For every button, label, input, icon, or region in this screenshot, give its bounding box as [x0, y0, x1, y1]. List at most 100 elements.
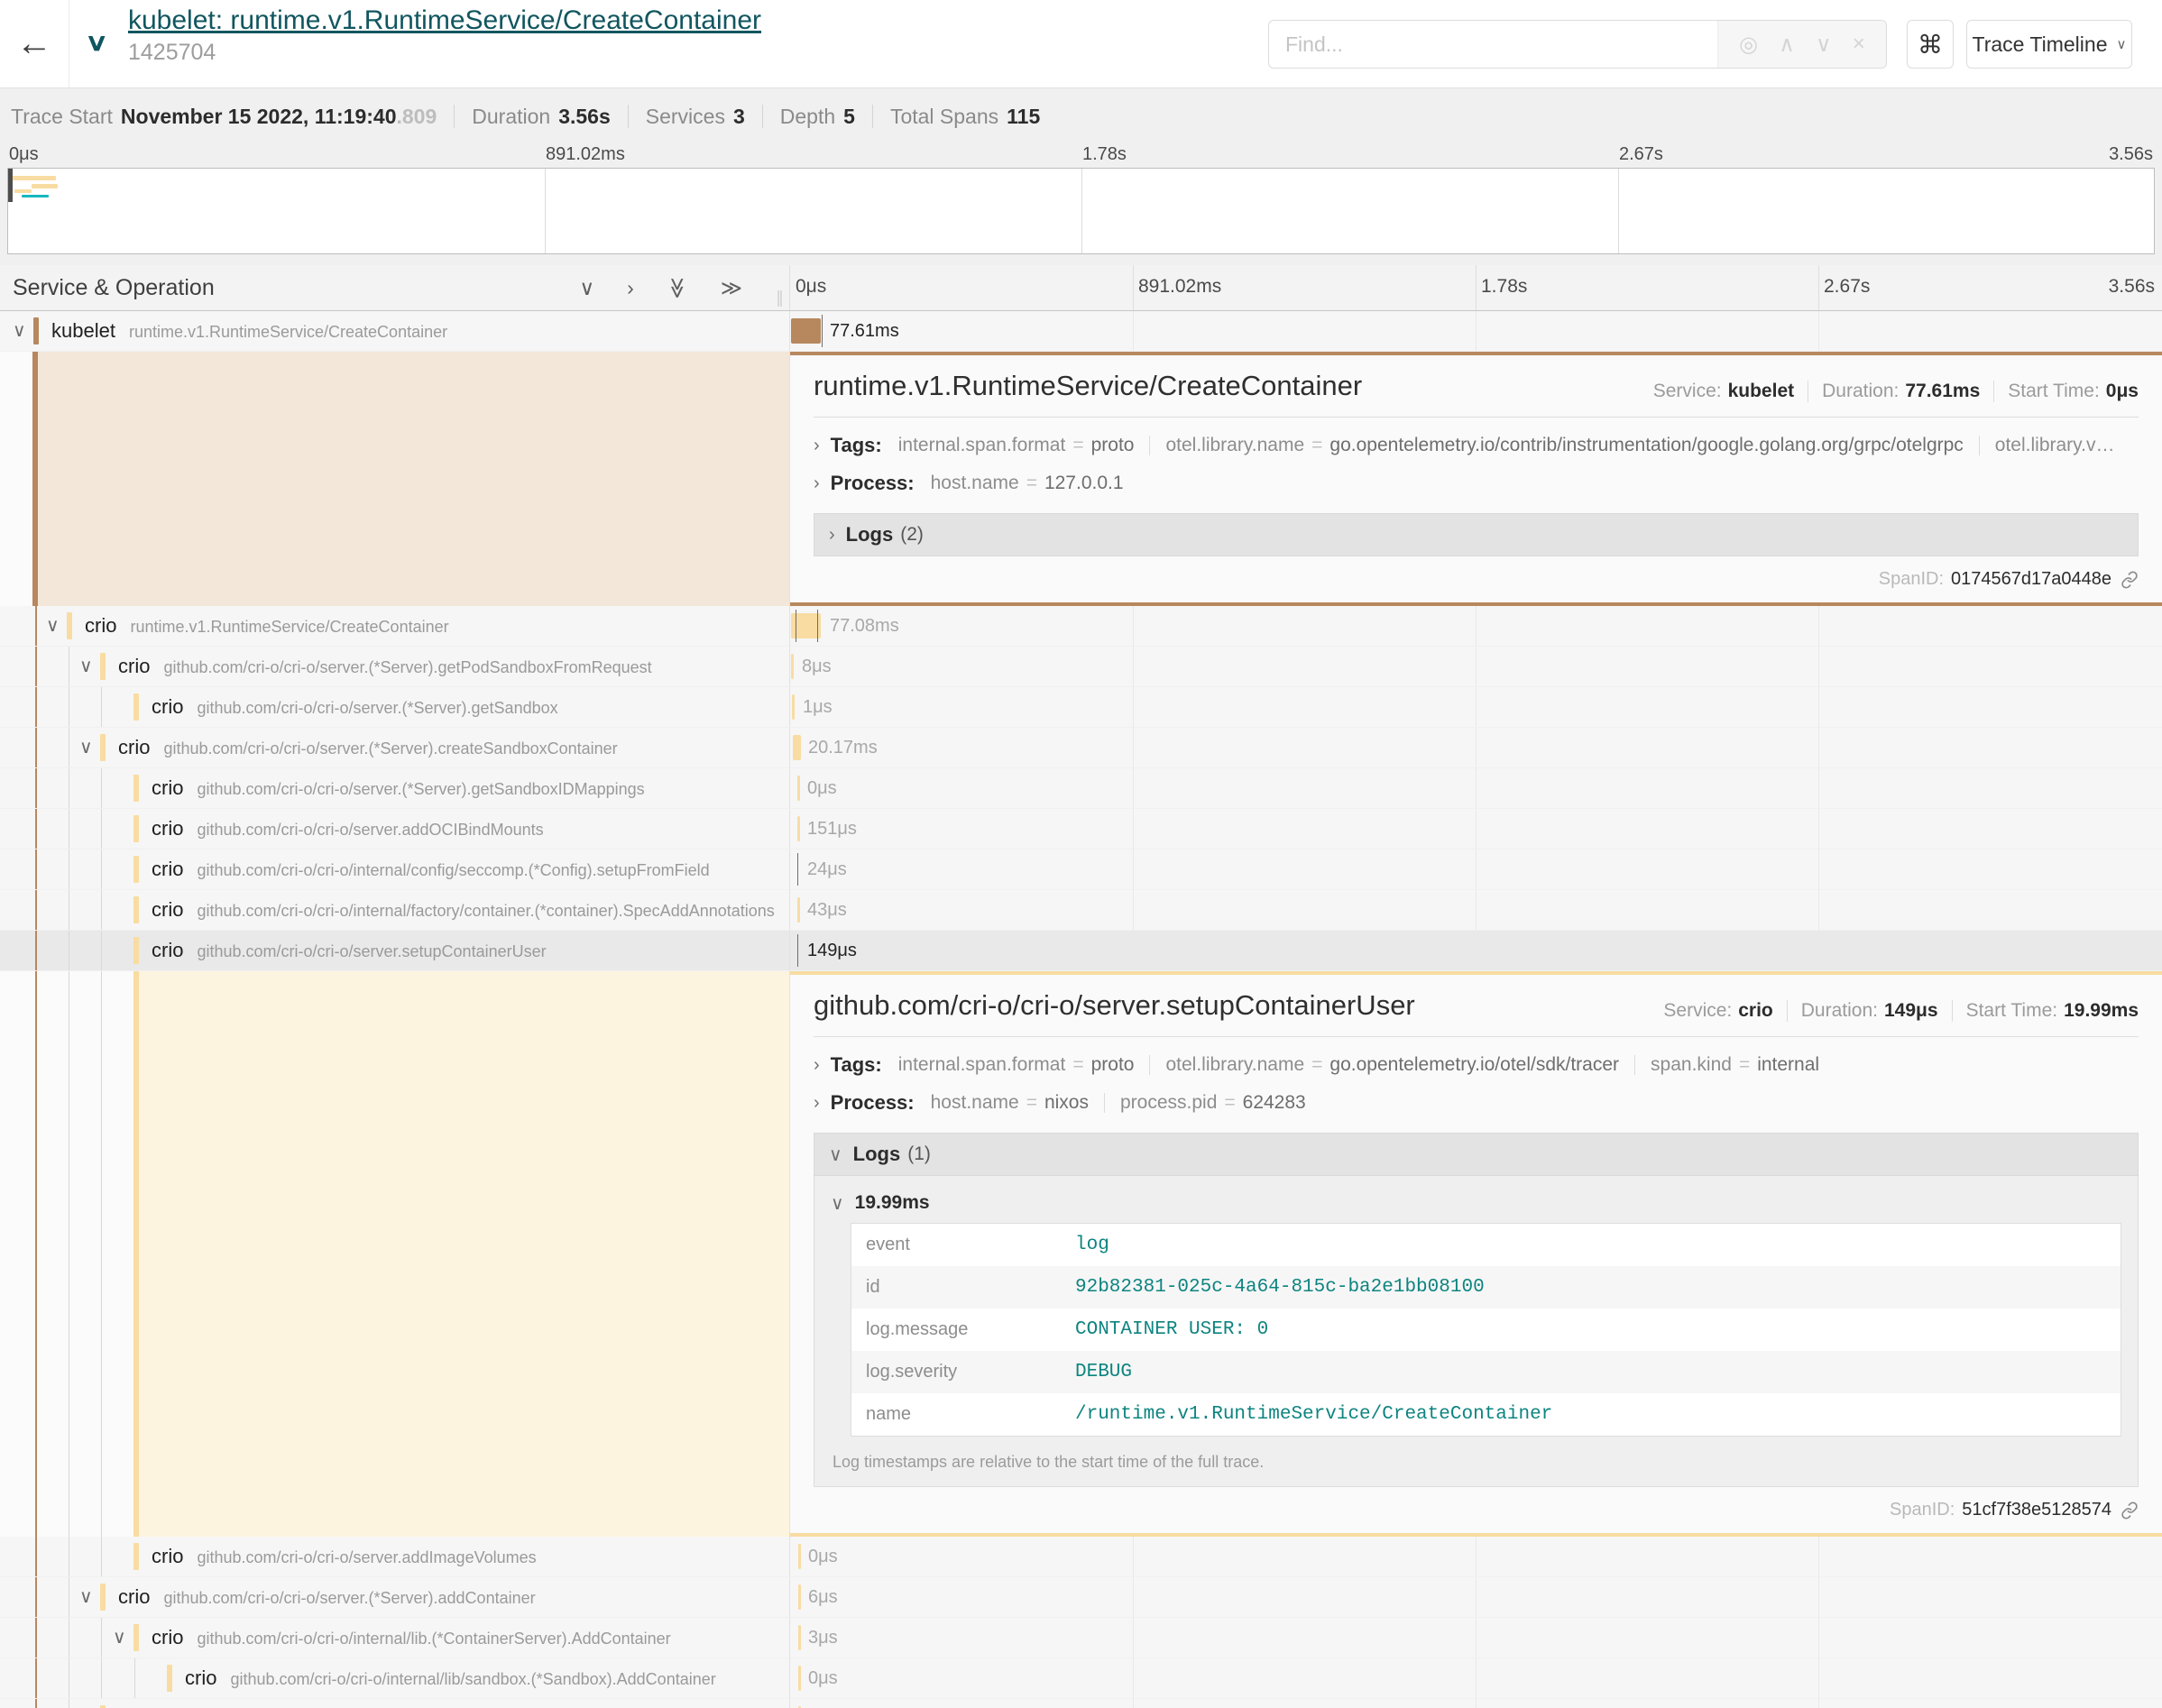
- logs-section-header[interactable]: › Logs (2): [814, 513, 2139, 556]
- indent-guide: [101, 809, 102, 849]
- collapse-all-icon[interactable]: ≫: [665, 277, 689, 298]
- logs-count: (2): [900, 524, 924, 546]
- find-clear-icon[interactable]: ×: [1853, 32, 1865, 57]
- service-name: kubelet: [51, 319, 115, 343]
- find-prev-icon[interactable]: ∧: [1779, 32, 1795, 58]
- span-duration: 149μs: [807, 931, 857, 970]
- span-row[interactable]: crio github.com/cri-o/cri-o/internal/con…: [0, 849, 2162, 890]
- find-input[interactable]: [1269, 21, 1717, 68]
- log-field-value: DEBUG: [1061, 1351, 2121, 1393]
- chevron-down-icon[interactable]: ∨: [46, 614, 60, 637]
- locate-icon[interactable]: ◎: [1739, 32, 1758, 58]
- process-section-header[interactable]: › Process: host.name=127.0.0.1: [814, 464, 2139, 502]
- process-label: Process:: [831, 1091, 915, 1115]
- chevron-right-icon: ›: [814, 1093, 820, 1114]
- tags-section-header[interactable]: › Tags: internal.span.format=proto otel.…: [814, 1046, 2139, 1084]
- keyboard-shortcuts-button[interactable]: ⌘: [1907, 20, 1954, 69]
- duration-label: Duration:: [1801, 1000, 1878, 1022]
- trace-view-selector[interactable]: Trace Timeline ∨: [1966, 20, 2132, 69]
- logs-section-header[interactable]: ∨ Logs (1): [814, 1133, 2139, 1176]
- span-bar[interactable]: [798, 1544, 801, 1569]
- tags-label: Tags:: [831, 434, 882, 457]
- indent-guide: [35, 1577, 37, 1617]
- duration-label: Duration: [472, 105, 550, 129]
- process-label: Process:: [831, 472, 915, 495]
- service-operation-header: Service & Operation ∨ › ≫ ≫ ∥: [0, 265, 790, 310]
- log-entry-header[interactable]: ∨ 19.99ms: [831, 1183, 2121, 1223]
- span-row[interactable]: crio github.com/cri-o/cri-o/server.(*Ser…: [0, 1699, 2162, 1708]
- indent-guide: [101, 849, 102, 889]
- log-marker: [797, 853, 798, 886]
- expand-one-icon[interactable]: ›: [627, 276, 634, 300]
- span-bar[interactable]: [798, 1584, 801, 1610]
- minimap-tick: 1.78s: [1082, 144, 1127, 165]
- indent-guide: [134, 1658, 135, 1698]
- process-value: 624283: [1243, 1092, 1306, 1114]
- span-row[interactable]: crio github.com/cri-o/cri-o/server.(*Ser…: [0, 768, 2162, 809]
- span-bar[interactable]: [791, 654, 794, 679]
- trace-minimap[interactable]: [7, 168, 2155, 254]
- log-field-key: id: [851, 1266, 1062, 1309]
- span-duration: 0μs: [807, 768, 837, 808]
- find-next-icon[interactable]: ∨: [1816, 32, 1832, 58]
- log-entry-time: 19.99ms: [855, 1192, 930, 1214]
- indent-guide: [101, 1618, 102, 1657]
- chevron-down-icon[interactable]: ∨: [113, 1626, 126, 1648]
- expand-all-icon[interactable]: ≫: [721, 276, 742, 300]
- trace-title-chevron-down-icon[interactable]: ∨: [85, 28, 108, 57]
- chevron-down-icon[interactable]: ∨: [79, 655, 93, 677]
- trace-title-link[interactable]: kubelet: runtime.v1.RuntimeService/Creat…: [128, 5, 761, 36]
- tags-section-header[interactable]: › Tags: internal.span.format=proto otel.…: [814, 427, 2139, 464]
- collapse-one-icon[interactable]: ∨: [579, 276, 594, 300]
- span-bar[interactable]: [793, 735, 801, 760]
- span-row[interactable]: crio github.com/cri-o/cri-o/internal/fac…: [0, 890, 2162, 931]
- total-spans-label: Total Spans: [890, 105, 998, 129]
- span-row-crio-createcontainer[interactable]: ∨ crio runtime.v1.RuntimeService/CreateC…: [0, 606, 2162, 647]
- minimap-tick-labels: 0μs 891.02ms 1.78s 2.67s 3.56s: [0, 144, 2162, 166]
- span-row[interactable]: ∨ crio github.com/cri-o/cri-o/server.(*S…: [0, 647, 2162, 687]
- back-button[interactable]: ←: [0, 0, 69, 87]
- span-row[interactable]: ∨ crio github.com/cri-o/cri-o/server.(*S…: [0, 728, 2162, 768]
- minimap-drag-handle[interactable]: [8, 169, 13, 202]
- span-row[interactable]: ∨ crio github.com/cri-o/cri-o/internal/l…: [0, 1618, 2162, 1658]
- span-bar[interactable]: [797, 776, 800, 801]
- operation-name: github.com/cri-o/cri-o/server.(*Server).…: [197, 699, 557, 718]
- span-row-setupcontaineruser[interactable]: crio github.com/cri-o/cri-o/server.setup…: [0, 931, 2162, 971]
- service-color-bar: [133, 693, 139, 721]
- span-row[interactable]: ∨ crio github.com/cri-o/cri-o/server.(*S…: [0, 1577, 2162, 1618]
- indent-guide: [101, 1537, 102, 1576]
- span-bar[interactable]: [797, 897, 800, 923]
- operation-name: github.com/cri-o/cri-o/internal/factory/…: [197, 902, 774, 921]
- span-row[interactable]: crio github.com/cri-o/cri-o/server.addOC…: [0, 809, 2162, 849]
- process-section-header[interactable]: › Process: host.name=nixos process.pid=6…: [814, 1084, 2139, 1122]
- span-bar[interactable]: [798, 1625, 801, 1650]
- process-key: host.name: [931, 1092, 1019, 1114]
- command-icon: ⌘: [1918, 30, 1943, 60]
- span-row[interactable]: crio github.com/cri-o/cri-o/internal/lib…: [0, 1658, 2162, 1699]
- tag-key: span.kind: [1651, 1054, 1732, 1076]
- span-bar[interactable]: [797, 816, 800, 841]
- link-icon[interactable]: [2121, 1501, 2139, 1520]
- indent-guide: [101, 971, 102, 1537]
- column-resizer[interactable]: ∥: [776, 289, 784, 308]
- minimap-tick: 3.56s: [2109, 144, 2153, 165]
- span-bar[interactable]: [792, 694, 795, 720]
- minimap-gridline: [1618, 169, 1619, 253]
- chevron-down-icon[interactable]: ∨: [13, 319, 26, 342]
- service-name: crio: [152, 776, 183, 800]
- span-duration: 20.17ms: [808, 728, 878, 767]
- span-row-kubelet-createcontainer[interactable]: ∨ kubelet runtime.v1.RuntimeService/Crea…: [0, 311, 2162, 352]
- span-bar[interactable]: [791, 318, 821, 344]
- service-value: kubelet: [1728, 381, 1795, 402]
- span-detail-title: github.com/cri-o/cri-o/server.setupConta…: [814, 989, 1415, 1022]
- chevron-down-icon[interactable]: ∨: [79, 1585, 93, 1608]
- chevron-down-icon[interactable]: ∨: [79, 736, 93, 758]
- trace-start-label: Trace Start: [11, 105, 113, 129]
- service-color-bar: [133, 896, 139, 923]
- span-id-row: SpanID: 51cf7f38e5128574: [814, 1500, 2139, 1520]
- minimap-span: [14, 189, 32, 193]
- span-bar[interactable]: [798, 1666, 801, 1691]
- span-row[interactable]: crio github.com/cri-o/cri-o/server.(*Ser…: [0, 687, 2162, 728]
- link-icon[interactable]: [2121, 571, 2139, 589]
- span-row[interactable]: crio github.com/cri-o/cri-o/server.addIm…: [0, 1537, 2162, 1577]
